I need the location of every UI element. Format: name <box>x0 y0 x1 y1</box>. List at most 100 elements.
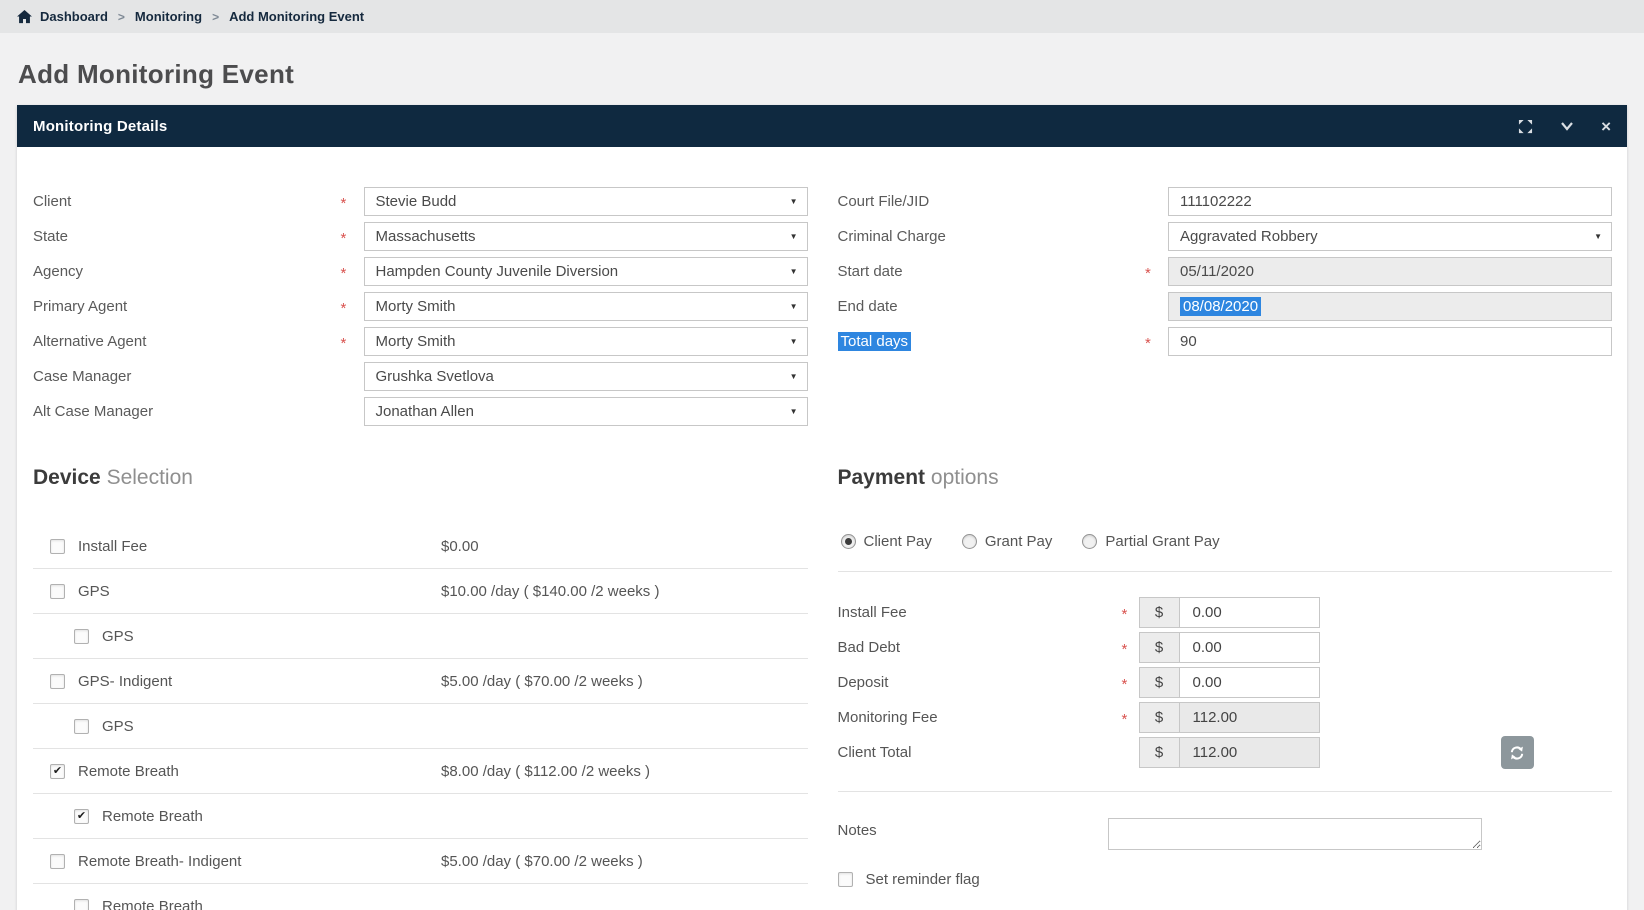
bad-debt-label: Bad Debt <box>837 639 901 656</box>
monitoring-fee-label: Monitoring Fee <box>837 709 938 726</box>
chevron-down-icon: ▼ <box>789 232 798 241</box>
select-value: Grushka Svetlova <box>375 368 494 385</box>
gps-checkbox[interactable] <box>74 718 89 734</box>
required-asterisk: * <box>340 230 347 247</box>
form-column-right: Court File/JID 111102222 Criminal Charge Ag… <box>837 184 1612 429</box>
currency-prefix: $ <box>1139 598 1180 627</box>
device-row: Remote Breath <box>33 794 808 839</box>
total-days-label: Total days <box>837 332 1146 351</box>
set-reminder-checkbox[interactable] <box>837 872 853 887</box>
client-total-label: Client Total <box>837 744 912 761</box>
required-asterisk <box>341 410 364 414</box>
required-asterisk: * <box>1145 265 1151 282</box>
panel-header: Monitoring Details × <box>17 105 1627 147</box>
payment-section-title: Payment options <box>837 466 999 489</box>
device-label: Remote Breath <box>102 897 203 910</box>
case-manager-label: Case Manager <box>33 368 132 385</box>
deposit-label: Deposit <box>837 674 889 691</box>
device-price: $0.00 <box>441 537 479 555</box>
primary-agent-label: Primary Agent <box>33 298 128 315</box>
form-row: End date 08/08/2020 <box>837 289 1612 324</box>
device-row: GPS <box>33 704 808 749</box>
notes-input[interactable] <box>1107 818 1482 850</box>
remote-breath-checkbox[interactable] <box>74 898 89 910</box>
end-date-label: End date <box>837 298 898 315</box>
breadcrumb: Dashboard > Monitoring > Add Monitoring … <box>0 0 1644 33</box>
device-section-title: Device Selection <box>33 466 193 489</box>
breadcrumb-monitoring[interactable]: Monitoring <box>135 9 202 24</box>
select-value: Jonathan Allen <box>375 403 474 420</box>
device-row: GPS <box>33 614 808 659</box>
bad-debt-input[interactable]: 0.00 <box>1179 633 1319 662</box>
agency-label: Agency <box>33 263 84 280</box>
form-row: Agency * Hampden County Juvenile Diversion… <box>33 254 808 289</box>
alt-case-manager-select[interactable]: Jonathan Allen ▼ <box>363 397 808 426</box>
device-row: Remote Breath <box>33 884 808 910</box>
currency-prefix: $ <box>1139 633 1180 662</box>
device-label: Remote Breath- Indigent <box>78 852 242 870</box>
required-asterisk: * <box>340 265 347 282</box>
required-asterisk <box>341 375 364 379</box>
radio-icon <box>1082 534 1098 549</box>
device-label: Install Fee <box>78 537 148 555</box>
deposit-input[interactable]: 0.00 <box>1179 668 1319 697</box>
payment-row: Monitoring Fee * $112.00 <box>838 700 1613 735</box>
device-label: GPS- Indigent <box>78 672 173 690</box>
breadcrumb-dashboard[interactable]: Dashboard <box>40 9 108 24</box>
currency-prefix: $ <box>1139 738 1180 767</box>
agency-select[interactable]: Hampden County Juvenile Diversion ▼ <box>363 257 808 286</box>
device-row: GPS- Indigent $5.00 /day ( $70.00 /2 week… <box>33 659 808 704</box>
gps-checkbox[interactable] <box>50 583 65 599</box>
court-file-jid-input[interactable]: 111102222 <box>1168 187 1612 216</box>
client-total-input: 112.00 <box>1179 738 1319 767</box>
refresh-button[interactable] <box>1500 736 1534 769</box>
alt-case-manager-label: Alt Case Manager <box>33 403 154 420</box>
form-row: Start date * 05/11/2020 <box>838 254 1612 289</box>
remote-breath-indigent-checkbox[interactable] <box>50 853 65 869</box>
radio-label: Client Pay <box>863 533 932 550</box>
state-select[interactable]: Massachusetts ▼ <box>363 222 808 251</box>
breadcrumb-current: Add Monitoring Event <box>229 9 365 24</box>
install-fee-checkbox[interactable] <box>50 538 65 554</box>
grant-pay-radio[interactable]: Grant Pay <box>961 533 1052 550</box>
client-select[interactable]: Stevie Budd ▼ <box>363 187 808 216</box>
required-asterisk <box>1145 305 1168 309</box>
page-title: Add Monitoring Event <box>18 59 295 89</box>
home-icon[interactable] <box>17 9 32 24</box>
partial-grant-pay-radio[interactable]: Partial Grant Pay <box>1082 533 1220 550</box>
criminal-charge-select[interactable]: Aggravated Robbery ▼ <box>1168 222 1612 251</box>
install-fee-input[interactable]: 0.00 <box>1179 598 1319 627</box>
remote-breath-checkbox[interactable] <box>74 808 89 824</box>
gps-indigent-checkbox[interactable] <box>50 673 65 689</box>
collapse-chevron-icon[interactable] <box>1560 121 1574 131</box>
case-manager-select[interactable]: Grushka Svetlova ▼ <box>363 362 808 391</box>
required-asterisk <box>1122 751 1139 755</box>
client-label: Client <box>33 193 72 210</box>
primary-agent-select[interactable]: Morty Smith ▼ <box>363 292 808 321</box>
required-asterisk: * <box>340 195 347 212</box>
device-row: Install Fee $0.00 <box>33 524 808 569</box>
state-label: State <box>33 228 69 245</box>
gps-checkbox[interactable] <box>74 628 89 644</box>
monitoring-details-panel: Monitoring Details × Client * Stevie Budd ▼… <box>17 105 1627 910</box>
total-days-input[interactable]: 90 <box>1168 327 1612 356</box>
client-pay-radio[interactable]: Client Pay <box>840 533 932 550</box>
form-row: Alt Case Manager Jonathan Allen ▼ <box>33 394 808 429</box>
device-label: Remote Breath <box>102 807 203 825</box>
alternative-agent-select[interactable]: Morty Smith ▼ <box>363 327 808 356</box>
end-date-input[interactable]: 08/08/2020 <box>1168 292 1612 321</box>
remote-breath-checkbox[interactable] <box>50 763 65 779</box>
device-row: Remote Breath- Indigent $5.00 /day ( $70.… <box>33 839 808 884</box>
start-date-input[interactable]: 05/11/2020 <box>1168 257 1612 286</box>
required-asterisk: * <box>1121 641 1128 658</box>
expand-icon[interactable] <box>1518 119 1533 134</box>
close-icon[interactable]: × <box>1601 118 1611 135</box>
form-row: Alternative Agent * Morty Smith ▼ <box>33 324 808 359</box>
form-row: Criminal Charge Aggravated Robbery ▼ <box>838 219 1612 254</box>
chevron-down-icon: ▼ <box>789 302 798 311</box>
device-label: GPS <box>78 582 110 600</box>
install-fee-label: Install Fee <box>837 604 907 621</box>
device-price: $5.00 /day ( $70.00 /2 weeks ) <box>441 852 643 870</box>
form-row: Primary Agent * Morty Smith ▼ <box>33 289 808 324</box>
divider <box>837 571 1612 572</box>
